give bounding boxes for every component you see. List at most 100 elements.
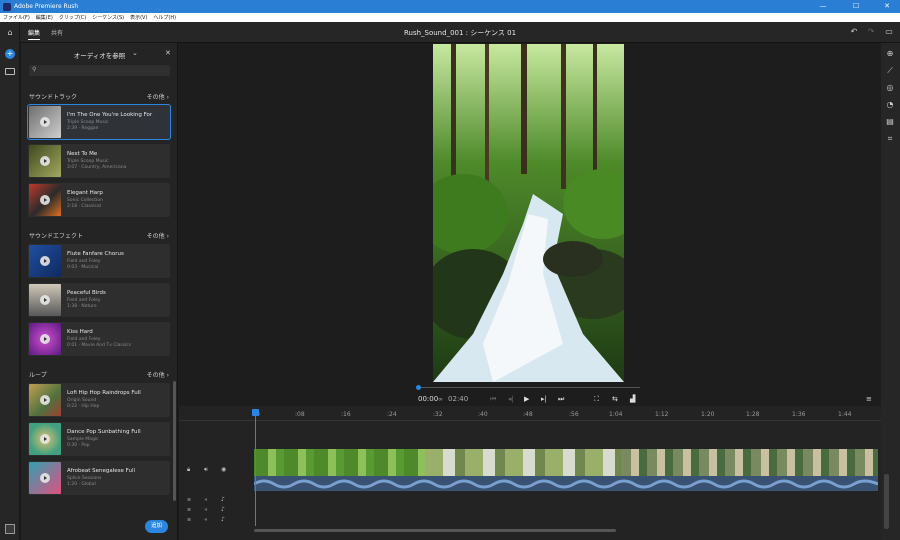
audio-card[interactable]: Dance Pop Sunbathing Full Sample Magic 0… (28, 422, 170, 456)
maximize-button[interactable]: ☐ (845, 0, 867, 13)
track-thumbnail (29, 384, 61, 416)
link-icon: ∞ (438, 396, 443, 403)
ruler-divider (179, 420, 881, 421)
scrubber-handle[interactable] (416, 385, 421, 390)
menu-edit[interactable]: 編集(E) (33, 14, 56, 21)
audio-lock-icon[interactable]: ▪ (187, 496, 191, 503)
volume-icon[interactable]: 🔊︎ (204, 466, 208, 474)
track-thumbnail (29, 145, 61, 177)
menu-file[interactable]: ファイル(F) (0, 14, 33, 21)
mic-icon[interactable]: ♪ (221, 496, 225, 503)
step-back-icon[interactable]: ◂| (508, 395, 514, 403)
sound-effects-more-link[interactable]: その他 › (147, 231, 169, 240)
title-bar: Adobe Premiere Rush — ☐ ✕ (0, 0, 900, 13)
audio-browser-toggle-icon[interactable] (5, 524, 15, 534)
ruler-tick: 1:36 (792, 411, 806, 418)
track-meta: 0:03 · Musical (67, 265, 99, 270)
audio-card[interactable]: Afrobeat Senegalese Full Splice Sessions… (28, 461, 170, 495)
panel-scrollbar[interactable] (173, 381, 176, 501)
play-icon[interactable] (40, 295, 50, 305)
track-author: Field and Foley (67, 298, 101, 303)
menu-view[interactable]: 表示(V) (127, 14, 150, 21)
zoom-slider[interactable] (884, 474, 889, 529)
playhead[interactable] (255, 409, 256, 526)
audio-card[interactable]: I'm The One You're Looking For Triple Sc… (27, 104, 171, 140)
track-meta: 0:30 · Pop (67, 443, 90, 448)
audio-card[interactable]: Peaceful Birds Field and Foley 1:38 · Na… (28, 283, 170, 317)
loops-more-link[interactable]: その他 › (147, 370, 169, 379)
menu-help[interactable]: ヘルプ(H) (150, 14, 179, 21)
track-meta: 1:20 · Global (67, 482, 96, 487)
track-title: Elegant Harp (67, 190, 103, 196)
ruler-tick: 1:12 (655, 411, 669, 418)
soundtrack-more-link[interactable]: その他 › (147, 92, 169, 101)
comment-icon[interactable]: ▭ (883, 27, 895, 36)
close-window-button[interactable]: ✕ (876, 0, 898, 13)
panel-title[interactable]: オーディオを参照 (21, 50, 178, 60)
play-icon[interactable] (40, 195, 50, 205)
search-icon: ⚲ (32, 66, 37, 73)
skip-forward-icon[interactable]: ⏭ (558, 395, 564, 404)
play-icon[interactable] (40, 256, 50, 266)
lock-icon[interactable]: 🔒︎ (187, 466, 190, 474)
add-media-button[interactable]: + (5, 49, 15, 59)
video-clip-forest[interactable] (254, 449, 425, 476)
add-button[interactable]: 追加 (145, 520, 168, 533)
transform-icon[interactable]: ⌗ (884, 134, 896, 144)
playhead-handle[interactable] (252, 409, 259, 416)
app-icon (3, 2, 11, 11)
redo-icon[interactable]: ↷ (865, 27, 877, 36)
audio-card[interactable]: Lofi Hip Hop Raindrops Full Origin Sound… (28, 383, 170, 417)
menu-clip[interactable]: クリップ(C) (56, 14, 89, 21)
mic-icon[interactable]: ♪ (221, 506, 225, 513)
eye-icon[interactable]: ◉ (221, 466, 226, 473)
play-icon[interactable] (40, 117, 50, 127)
audio-card[interactable]: Elegant Harp Sonic Collection 2:18 · Cla… (28, 183, 170, 217)
fullscreen-icon[interactable]: ▟ (630, 395, 635, 403)
audio-card[interactable]: Kiss Hard Field and Foley 0:01 · Movie A… (28, 322, 170, 356)
play-icon[interactable] (40, 473, 50, 483)
play-icon[interactable] (40, 334, 50, 344)
minimize-button[interactable]: — (812, 0, 834, 13)
menu-icon[interactable]: ≡ (866, 395, 872, 403)
video-clip-field[interactable] (621, 449, 878, 476)
audio-lock-icon[interactable]: ▪ (187, 506, 191, 513)
audio-card[interactable]: Flute Fanfare Chorus Field and Foley 0:0… (28, 244, 170, 278)
audio-mute-icon[interactable]: ◂ (204, 496, 207, 503)
speed-icon[interactable]: ◔ (884, 100, 896, 109)
home-icon[interactable]: ⌂ (4, 28, 16, 37)
playback-scrubber[interactable] (418, 387, 640, 388)
track-meta: 3:07 · Country, Americana (67, 165, 127, 170)
track-title: Peaceful Birds (67, 290, 106, 296)
close-icon[interactable]: ✕ (165, 49, 171, 57)
undo-icon[interactable]: ↶ (848, 27, 860, 36)
color-icon[interactable]: ◎ (884, 83, 896, 92)
step-forward-icon[interactable]: ▸| (541, 395, 547, 403)
fit-icon[interactable]: ⛶ (594, 395, 599, 404)
transitions-icon[interactable]: ⟋ (884, 66, 896, 76)
chevron-down-icon[interactable]: ⌄ (132, 49, 138, 57)
audio-icon[interactable]: ▤ (884, 117, 896, 126)
project-title: Rush_Sound_001 : シーケンス 01 (403, 29, 517, 37)
video-clip-landscape[interactable] (425, 449, 621, 476)
loop-icon[interactable]: ⇆ (612, 395, 618, 403)
audio-mute-icon[interactable]: ◂ (204, 506, 207, 513)
track-title: Next To Me (67, 151, 98, 157)
audio-waveform[interactable] (254, 476, 878, 491)
audio-card[interactable]: Next To Me Triple Scoop Music 3:07 · Cou… (28, 144, 170, 178)
audio-lock-icon[interactable]: ▪ (187, 516, 191, 523)
play-button[interactable]: ▶ (524, 395, 529, 403)
play-icon[interactable] (40, 156, 50, 166)
menu-sequence[interactable]: シーケンス(S) (89, 14, 127, 21)
play-icon[interactable] (40, 434, 50, 444)
mic-icon[interactable]: ♪ (221, 516, 225, 523)
search-input[interactable]: ⚲ (29, 65, 170, 76)
timeline-scrollbar[interactable] (254, 529, 616, 532)
track-thumbnail (29, 423, 61, 455)
track-thumbnail (29, 106, 61, 138)
skip-back-icon[interactable]: ⏮ (490, 395, 496, 404)
play-icon[interactable] (40, 395, 50, 405)
titles-icon[interactable]: ⊕ (884, 49, 896, 58)
media-icon[interactable] (5, 68, 15, 75)
audio-mute-icon[interactable]: ◂ (204, 516, 207, 523)
